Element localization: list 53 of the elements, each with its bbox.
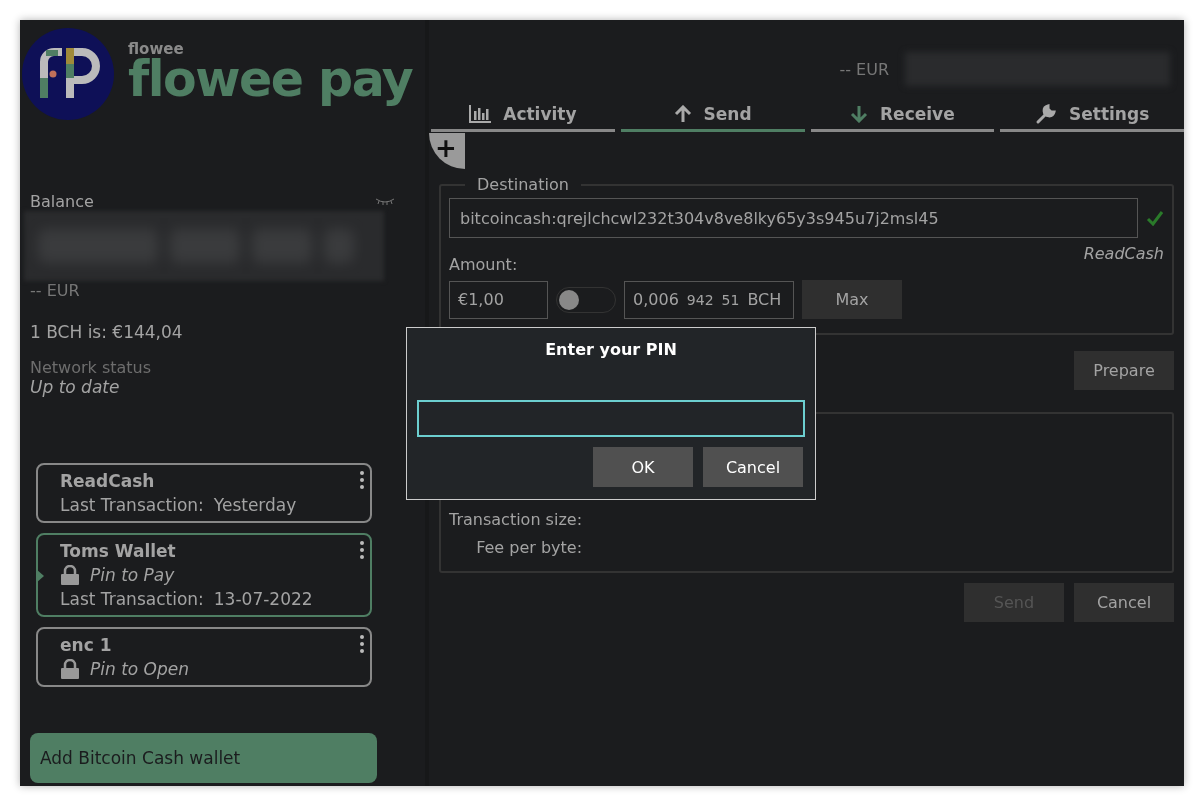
amount-label: Amount:	[449, 255, 519, 274]
more-options-icon[interactable]	[360, 471, 364, 489]
logo-icon	[22, 28, 114, 120]
summary-label: Fee per byte:	[475, 538, 583, 557]
more-options-icon[interactable]	[360, 541, 364, 559]
address-wallet-name: ReadCash	[1083, 244, 1164, 263]
wallet-card[interactable]: ReadCash Last Transaction: Yesterday	[36, 463, 372, 523]
more-options-icon[interactable]	[360, 635, 364, 653]
dialog-button[interactable]: Cancel	[703, 447, 803, 487]
balance-fiat: -- EUR	[30, 281, 81, 300]
tab[interactable]: Receive	[810, 98, 995, 132]
bch-amount-field[interactable]: 0,006 942 51 BCH	[624, 280, 794, 319]
exchange-rate: 1 BCH is: €144,04	[30, 322, 184, 342]
up-arrow-icon	[673, 104, 692, 123]
last-transaction-label: Last Transaction:	[60, 588, 204, 611]
fiat-amount-field[interactable]: €1,00	[449, 280, 548, 319]
network-status-label: Network status	[30, 358, 153, 377]
network-status: Up to date	[30, 377, 121, 397]
wallet-name: enc 1	[60, 634, 112, 657]
closed-eye-icon[interactable]	[375, 198, 395, 206]
last-transaction-date: 13-07-2022	[213, 588, 313, 611]
add-button[interactable]: +	[429, 133, 465, 169]
wallet-card[interactable]: enc 1 Pin to Open	[36, 627, 372, 687]
dialog-button[interactable]: OK	[593, 447, 693, 487]
bar-chart-icon	[469, 104, 492, 123]
wallet-name: Toms Wallet	[60, 540, 176, 563]
last-transaction-date: Yesterday	[213, 494, 297, 517]
last-transaction-label: Last Transaction:	[60, 494, 204, 517]
pin-field[interactable]	[417, 400, 805, 437]
address-field[interactable]: bitcoincash:qrejlchcwl232t304v8ve8lky65y3s945u7j2msl45	[449, 198, 1138, 238]
wallet-lock-status: Pin to Open	[90, 658, 190, 681]
wallet-name: ReadCash	[60, 470, 155, 493]
tab[interactable]: Send	[620, 98, 805, 132]
lock-icon	[60, 565, 80, 585]
logo-caption: flowee	[128, 41, 185, 57]
lock-icon	[60, 659, 80, 679]
tab[interactable]: Activity	[431, 98, 615, 132]
wallet-card[interactable]: Toms Wallet Pin to Pay Last Transaction: 13-07-2022	[36, 533, 372, 617]
selection-pointer-icon	[36, 569, 44, 583]
dialog-title: Enter your PIN	[545, 340, 677, 359]
tab[interactable]: Settings	[1000, 98, 1184, 132]
down-arrow-icon	[850, 104, 869, 123]
summary-label: Transaction size:	[449, 510, 583, 529]
max-button[interactable]: Max	[802, 280, 902, 319]
balance-label: Balance	[30, 192, 94, 211]
add-wallet-button[interactable]: Add Bitcoin Cash wallet	[30, 733, 377, 783]
wallet-lock-status: Pin to Pay	[90, 564, 175, 587]
header-fiat-balance: -- EUR	[839, 59, 889, 79]
currency-toggle[interactable]	[556, 286, 616, 313]
destination-legend: Destination	[465, 175, 581, 194]
wrench-icon	[1035, 102, 1057, 125]
cancel-button[interactable]: Cancel	[1074, 583, 1174, 622]
prepare-button[interactable]: Prepare	[1074, 351, 1174, 390]
